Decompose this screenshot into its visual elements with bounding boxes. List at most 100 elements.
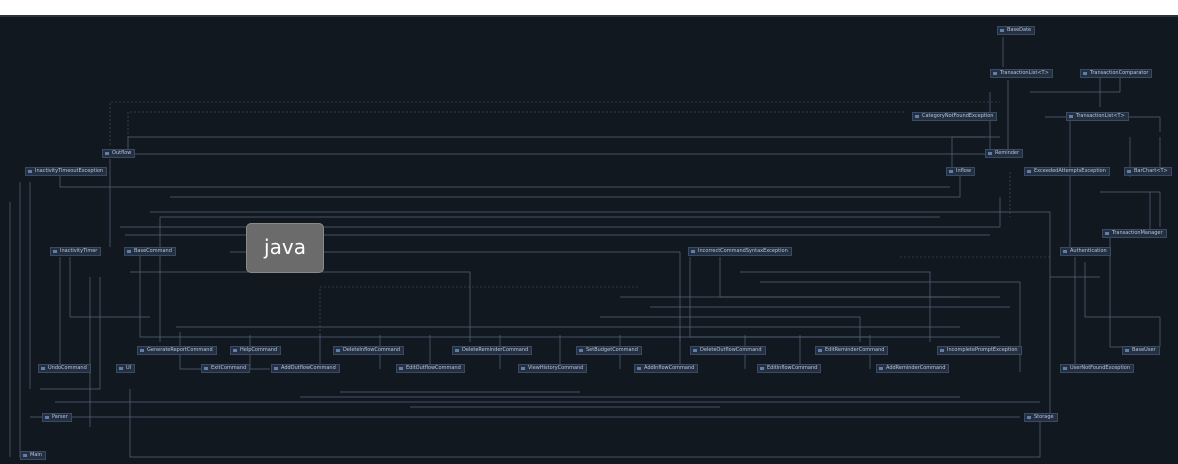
node-inactivitytimeoutexception[interactable]: InactivityTimeoutException xyxy=(25,167,108,176)
node-deleteinflowcommand[interactable]: DeleteInflowCommand xyxy=(333,346,405,355)
node-label: IncorrectCommandSyntaxException xyxy=(698,248,788,254)
node-generatereportcommand[interactable]: GenerateReportCommand xyxy=(137,346,217,355)
node-label: AddInflowCommand xyxy=(644,365,695,371)
dependency-edge xyxy=(127,136,985,154)
node-incorrectcommandsyntaxexception[interactable]: IncorrectCommandSyntaxException xyxy=(688,247,792,256)
node-label: InactivityTimeoutException xyxy=(35,168,104,174)
node-label: BaseCommand xyxy=(134,248,172,254)
node-editoutflowcommand[interactable]: EditOutflowCommand xyxy=(396,364,465,373)
node-transactioncomparator[interactable]: TransactionComparator xyxy=(1080,69,1153,78)
class-icon xyxy=(23,454,27,457)
node-ui[interactable]: UI xyxy=(116,364,136,373)
node-label: IncompletePromptException xyxy=(947,347,1018,353)
dependency-edges xyxy=(9,37,1161,458)
node-helpcommand[interactable]: HelpCommand xyxy=(230,346,282,355)
dependency-edge xyxy=(1084,262,1161,347)
node-label: Parser xyxy=(52,414,68,420)
node-incompletepromptexception[interactable]: IncompletePromptException xyxy=(937,346,1022,355)
node-label: InactivityTimer xyxy=(60,248,98,254)
node-label: HelpCommand xyxy=(240,347,278,353)
node-transactionlist-top[interactable]: TransactionList<T> xyxy=(990,69,1053,78)
node-label: Inflow xyxy=(956,168,971,174)
node-editremindercommand[interactable]: EditReminderCommand xyxy=(815,346,889,355)
node-undocommand[interactable]: UndoCommand xyxy=(38,364,91,373)
node-label: Authentication xyxy=(1070,248,1107,254)
node-label: Main xyxy=(30,452,42,458)
node-deleteoutflowcommand[interactable]: DeleteOutflowCommand xyxy=(690,346,766,355)
node-reminder[interactable]: Reminder xyxy=(985,149,1024,158)
class-icon xyxy=(204,367,208,370)
node-inactivitytimer[interactable]: InactivityTimer xyxy=(50,247,102,256)
class-icon xyxy=(28,170,32,173)
class-icon xyxy=(693,349,697,352)
node-label: BaseUser xyxy=(1132,347,1156,353)
dependency-edge xyxy=(1100,191,1161,227)
node-authentication[interactable]: Authentication xyxy=(1060,247,1111,256)
dependency-edge xyxy=(19,182,42,458)
node-main[interactable]: Main xyxy=(20,451,46,460)
class-icon xyxy=(1027,416,1031,419)
class-icon xyxy=(1127,170,1131,173)
node-label: ExitCommand xyxy=(211,365,247,371)
node-label: SetBudgetCommand xyxy=(586,347,638,353)
dependency-edge xyxy=(170,172,961,198)
class-icon xyxy=(274,367,278,370)
node-label: DeleteReminderCommand xyxy=(462,347,529,353)
node-addinflowcommand[interactable]: AddInflowCommand xyxy=(634,364,699,373)
class-icon xyxy=(105,152,109,155)
node-parser[interactable]: Parser xyxy=(42,413,72,422)
class-icon xyxy=(1000,29,1004,32)
node-setbudgetcommand[interactable]: SetBudgetCommand xyxy=(576,346,642,355)
node-label: TransactionList<T> xyxy=(1000,70,1049,76)
node-storage[interactable]: Storage xyxy=(1024,413,1058,422)
class-icon xyxy=(1063,367,1067,370)
node-label: AddOutflowCommand xyxy=(281,365,336,371)
class-icon xyxy=(233,349,237,352)
class-icon xyxy=(940,349,944,352)
node-usernotfoundexception[interactable]: UserNotFoundException xyxy=(1060,364,1135,373)
node-label: Outflow xyxy=(112,150,132,156)
node-inflow[interactable]: Inflow xyxy=(946,167,975,176)
class-icon xyxy=(691,250,695,253)
node-baseuser[interactable]: BaseUser xyxy=(1122,346,1160,355)
node-editinflowcommand[interactable]: EditInflowCommand xyxy=(757,364,822,373)
node-categorynotfoundexception[interactable]: CategoryNotFoundException xyxy=(912,112,998,121)
node-label: TransactionList<T> xyxy=(1076,113,1125,119)
class-icon xyxy=(1083,72,1087,75)
class-icon xyxy=(879,367,883,370)
node-label: DeleteInflowCommand xyxy=(343,347,401,353)
node-barchart[interactable]: BarChart<T> xyxy=(1124,167,1172,176)
class-icon xyxy=(1063,250,1067,253)
node-exceededattemptsexception[interactable]: ExceededAttemptsException xyxy=(1024,167,1110,176)
class-icon xyxy=(53,250,57,253)
class-icon xyxy=(41,367,45,370)
node-label: DeleteOutflowCommand xyxy=(700,347,762,353)
node-outflow[interactable]: Outflow xyxy=(102,149,136,158)
dependency-edge xyxy=(69,257,150,318)
node-label: UndoCommand xyxy=(48,365,87,371)
node-addoutflowcommand[interactable]: AddOutflowCommand xyxy=(271,364,340,373)
node-basecommand[interactable]: BaseCommand xyxy=(124,247,176,256)
class-icon xyxy=(760,367,764,370)
node-label: AddReminderCommand xyxy=(886,365,946,371)
node-label: BaseDate xyxy=(1007,27,1032,33)
node-viewhistorycommand[interactable]: ViewHistoryCommand xyxy=(518,364,588,373)
node-exitcommand[interactable]: ExitCommand xyxy=(201,364,251,373)
node-transactionlist[interactable]: TransactionList<T> xyxy=(1066,112,1129,121)
class-icon xyxy=(993,72,997,75)
node-transactionmanager[interactable]: TransactionManager xyxy=(1102,229,1167,238)
class-icon xyxy=(637,367,641,370)
dependency-edge xyxy=(59,172,950,188)
node-label: ViewHistoryCommand xyxy=(528,365,584,371)
class-icon xyxy=(579,349,583,352)
class-icon xyxy=(1027,170,1031,173)
node-addremindercommand[interactable]: AddReminderCommand xyxy=(876,364,950,373)
node-basedate[interactable]: BaseDate xyxy=(997,26,1036,35)
language-tag: java xyxy=(246,223,324,273)
node-deleteremindercommand[interactable]: DeleteReminderCommand xyxy=(452,346,533,355)
class-icon xyxy=(336,349,340,352)
node-label: TransactionComparator xyxy=(1090,70,1149,76)
node-label: TransactionManager xyxy=(1112,230,1163,236)
class-icon xyxy=(399,367,403,370)
dependency-edge xyxy=(319,286,640,339)
